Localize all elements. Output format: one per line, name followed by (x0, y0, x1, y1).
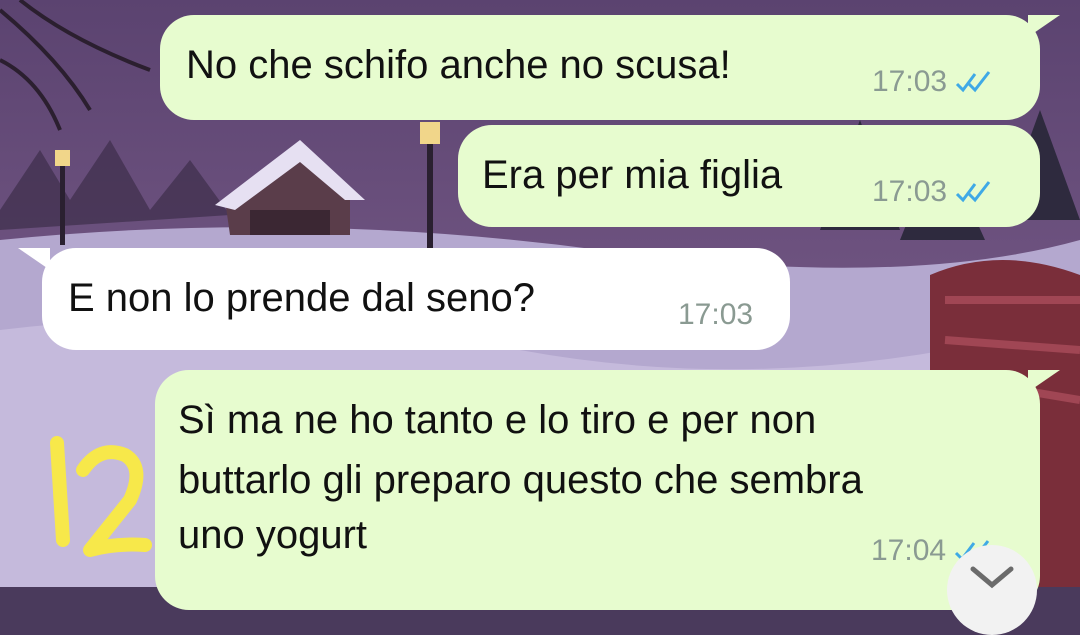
message-bubble-outgoing[interactable]: Era per mia figlia 17:03 (458, 125, 1040, 227)
message-text: Era per mia figlia (482, 153, 783, 197)
message-time: 17:03 (872, 175, 948, 208)
message-time: 17:03 (872, 65, 948, 98)
message-time: 17:04 (871, 534, 947, 567)
chevron-down-icon (970, 566, 1014, 589)
bubble-tail (18, 248, 50, 270)
message-time: 17:03 (678, 298, 754, 331)
message-text: No che schifo anche no scusa! (186, 43, 731, 87)
message-meta: 17:03 (872, 65, 995, 99)
bubble-tail (1028, 370, 1060, 392)
message-text-line: buttarlo gli preparo questo che sembra (178, 458, 863, 502)
double-check-icon (956, 71, 991, 93)
message-bubble-outgoing[interactable]: No che schifo anche no scusa! 17:03 (160, 15, 1040, 120)
double-check-icon (956, 181, 991, 203)
message-bubble-outgoing[interactable]: Sì ma ne ho tanto e lo tiro e per non bu… (155, 370, 1040, 610)
scroll-to-bottom-button[interactable] (947, 545, 1037, 635)
message-text: E non lo prende dal seno? (68, 276, 536, 320)
message-text-line: uno yogurt (178, 513, 368, 557)
message-bubble-incoming[interactable]: E non lo prende dal seno? 17:03 (42, 248, 790, 350)
message-meta: 17:03 (872, 175, 995, 209)
handwritten-number-annotation (50, 436, 152, 557)
message-text-line: Sì ma ne ho tanto e lo tiro e per non (178, 398, 817, 442)
message-meta: 17:03 (678, 298, 753, 332)
bubble-tail (1028, 15, 1060, 37)
